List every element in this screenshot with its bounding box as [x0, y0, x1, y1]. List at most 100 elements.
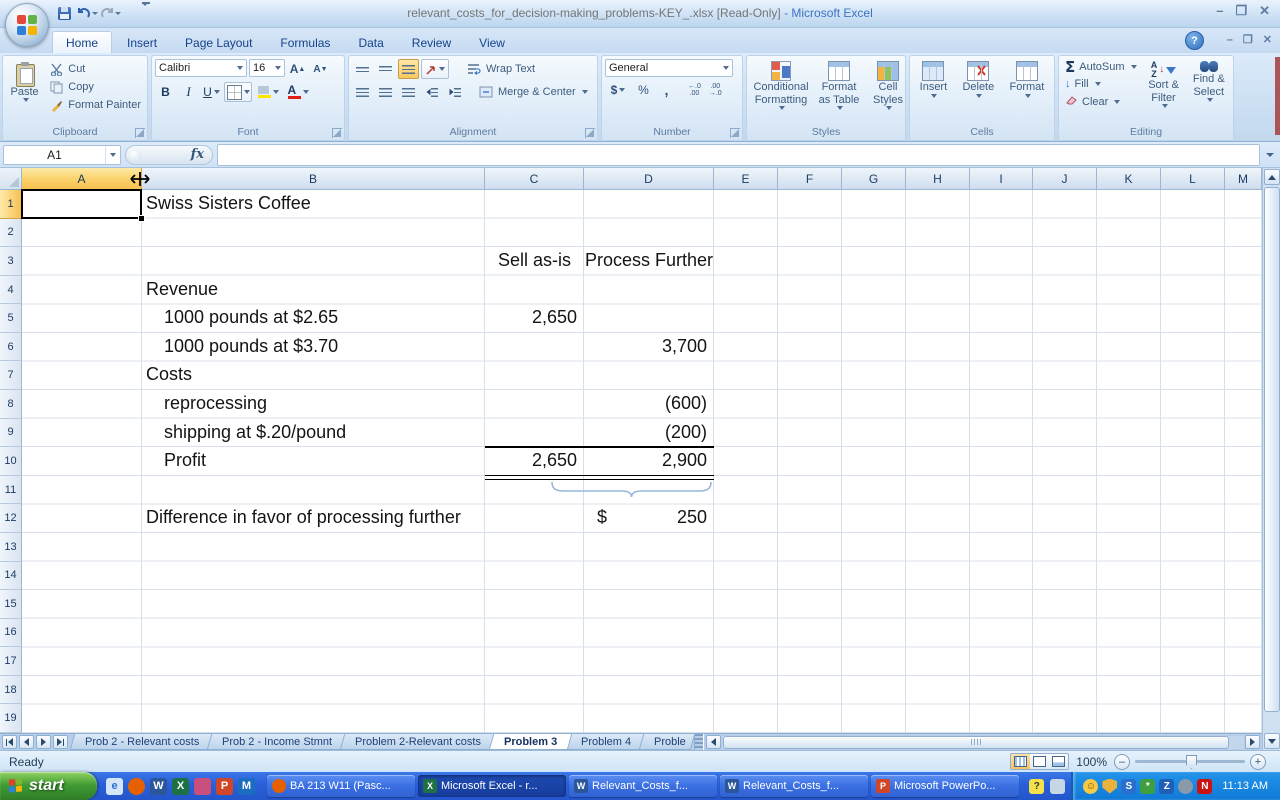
normal-view-button[interactable] [1011, 754, 1030, 769]
cell-D8[interactable]: (600) [584, 390, 707, 419]
column-header-F[interactable]: F [778, 168, 842, 190]
cell-D12[interactable]: 250 [584, 504, 707, 533]
cell-C5[interactable]: 2,650 [485, 304, 577, 333]
sheet-tab-problem-3[interactable]: Problem 3 [489, 734, 573, 750]
restore-button[interactable]: ❐ [1235, 4, 1247, 18]
cell-D9[interactable]: (200) [584, 419, 707, 448]
delete-cells-button[interactable]: Delete [960, 59, 996, 125]
cell-C10[interactable]: 2,650 [485, 447, 577, 476]
row-header-10[interactable]: 10 [0, 447, 22, 476]
sheet-tab-problem-2-relevant-costs[interactable]: Problem 2-Relevant costs [340, 734, 497, 750]
insert-function-button[interactable]: fx [125, 145, 213, 165]
wrap-text-button[interactable]: Wrap Text [463, 61, 538, 77]
zinio-icon[interactable]: Z [1159, 779, 1174, 794]
font-dialog-launcher[interactable] [332, 128, 342, 138]
bottom-align-button[interactable] [398, 59, 419, 79]
row-header-4[interactable]: 4 [0, 276, 22, 305]
row-header-13[interactable]: 13 [0, 533, 22, 562]
cell-B7[interactable]: Costs [146, 361, 192, 390]
row-header-8[interactable]: 8 [0, 390, 22, 419]
vertical-scrollbar[interactable] [1262, 168, 1280, 750]
merge-center-button[interactable]: Merge & Center [475, 84, 591, 100]
cell-D6[interactable]: 3,700 [584, 333, 707, 362]
conditional-formatting-button[interactable]: Conditional Formatting [750, 59, 812, 125]
taskbar-button-ba-213-w11-pasc[interactable]: BA 213 W11 (Pasc... [267, 775, 415, 797]
msn-icon[interactable]: S [1121, 779, 1136, 794]
green-app-icon[interactable]: * [1140, 779, 1155, 794]
netscape-icon[interactable]: N [1197, 779, 1212, 794]
cell-D10[interactable]: 2,900 [584, 447, 707, 476]
redo-dropdown-icon[interactable] [115, 12, 121, 15]
underline-button[interactable]: U [201, 82, 222, 102]
scroll-right-button[interactable] [1245, 735, 1260, 749]
accounting-format-button[interactable]: $ [605, 80, 631, 100]
increase-indent-button[interactable] [444, 82, 465, 102]
powerpoint-icon[interactable]: P [216, 778, 233, 795]
column-header-K[interactable]: K [1097, 168, 1161, 190]
column-header-L[interactable]: L [1161, 168, 1225, 190]
format-painter-button[interactable]: Format Painter [45, 97, 144, 113]
key-icon[interactable] [194, 778, 211, 795]
select-all-corner[interactable] [0, 168, 22, 190]
previous-sheet-button[interactable] [19, 735, 34, 749]
sort-filter-button[interactable]: AZ↓ Sort & Filter [1142, 59, 1186, 125]
row-header-17[interactable]: 17 [0, 647, 22, 676]
page-break-view-button[interactable] [1049, 754, 1068, 769]
middle-align-button[interactable] [375, 59, 396, 79]
fill-button[interactable]: ↓Fill [1062, 76, 1140, 92]
column-header-D[interactable]: D [584, 168, 714, 190]
workbook-close-button[interactable]: ✕ [1263, 33, 1272, 47]
row-header-11[interactable]: 11 [0, 476, 22, 505]
taskbar-button-microsoft-powerpo[interactable]: PMicrosoft PowerPo... [871, 775, 1019, 797]
first-sheet-button[interactable] [2, 735, 17, 749]
word-icon[interactable]: W [150, 778, 167, 795]
format-as-table-button[interactable]: Format as Table [814, 59, 864, 125]
italic-button[interactable]: I [178, 82, 199, 102]
column-header-E[interactable]: E [714, 168, 778, 190]
help-button[interactable]: ? [1185, 31, 1204, 50]
row-header-16[interactable]: 16 [0, 619, 22, 648]
row-header-5[interactable]: 5 [0, 304, 22, 333]
alignment-dialog-launcher[interactable] [585, 128, 595, 138]
comma-style-button[interactable]: , [656, 80, 677, 100]
minimize-button[interactable]: – [1216, 4, 1223, 18]
column-header-B[interactable]: B [142, 168, 485, 190]
scroll-left-button[interactable] [706, 735, 721, 749]
ribbon-tab-page-layout[interactable]: Page Layout [172, 32, 265, 53]
cell-B6[interactable]: 1000 pounds at $3.70 [164, 333, 338, 362]
last-sheet-button[interactable] [53, 735, 68, 749]
autosum-button[interactable]: ΣAutoSum [1062, 59, 1140, 75]
close-button[interactable]: ✕ [1259, 4, 1270, 18]
customize-qat-button[interactable] [135, 3, 156, 23]
taskbar-button-relevant-costs-f[interactable]: WRelevant_Costs_f... [720, 775, 868, 797]
horizontal-scrollbar[interactable] [722, 736, 1244, 749]
cell-B12[interactable]: Difference in favor of processing furthe… [146, 504, 461, 533]
column-header-H[interactable]: H [906, 168, 970, 190]
fill-color-button[interactable] [254, 82, 282, 102]
sheet-tab-prob-2-relevant-costs[interactable]: Prob 2 - Relevant costs [70, 734, 215, 750]
vertical-scroll-thumb[interactable] [1264, 187, 1280, 712]
align-right-button[interactable] [398, 82, 419, 102]
row-header-6[interactable]: 6 [0, 333, 22, 362]
orientation-button[interactable] [421, 59, 449, 79]
page-layout-view-button[interactable] [1030, 754, 1049, 769]
column-header-I[interactable]: I [970, 168, 1033, 190]
shrink-font-button[interactable]: A▼ [310, 59, 331, 79]
name-box-dropdown-icon[interactable] [105, 146, 120, 164]
sheet-tab-proble[interactable]: Proble [638, 734, 695, 750]
align-left-button[interactable] [352, 82, 373, 102]
number-format-combo[interactable]: General [605, 59, 733, 77]
row-header-18[interactable]: 18 [0, 676, 22, 705]
tab-split-handle[interactable] [694, 734, 704, 750]
save-button[interactable] [54, 3, 75, 23]
cell-B5[interactable]: 1000 pounds at $2.65 [164, 304, 338, 333]
increase-decimal-button[interactable]: ←.0.00 [685, 81, 704, 99]
insert-cells-button[interactable]: Insert [918, 59, 950, 125]
row-header-14[interactable]: 14 [0, 562, 22, 591]
fill-handle[interactable] [138, 215, 145, 222]
row-header-3[interactable]: 3 [0, 247, 22, 276]
workbook-restore-button[interactable]: ❐ [1243, 33, 1253, 47]
name-box[interactable]: A1 [3, 145, 121, 165]
scroll-down-button[interactable] [1264, 733, 1280, 749]
column-header-A[interactable]: A [22, 168, 142, 190]
